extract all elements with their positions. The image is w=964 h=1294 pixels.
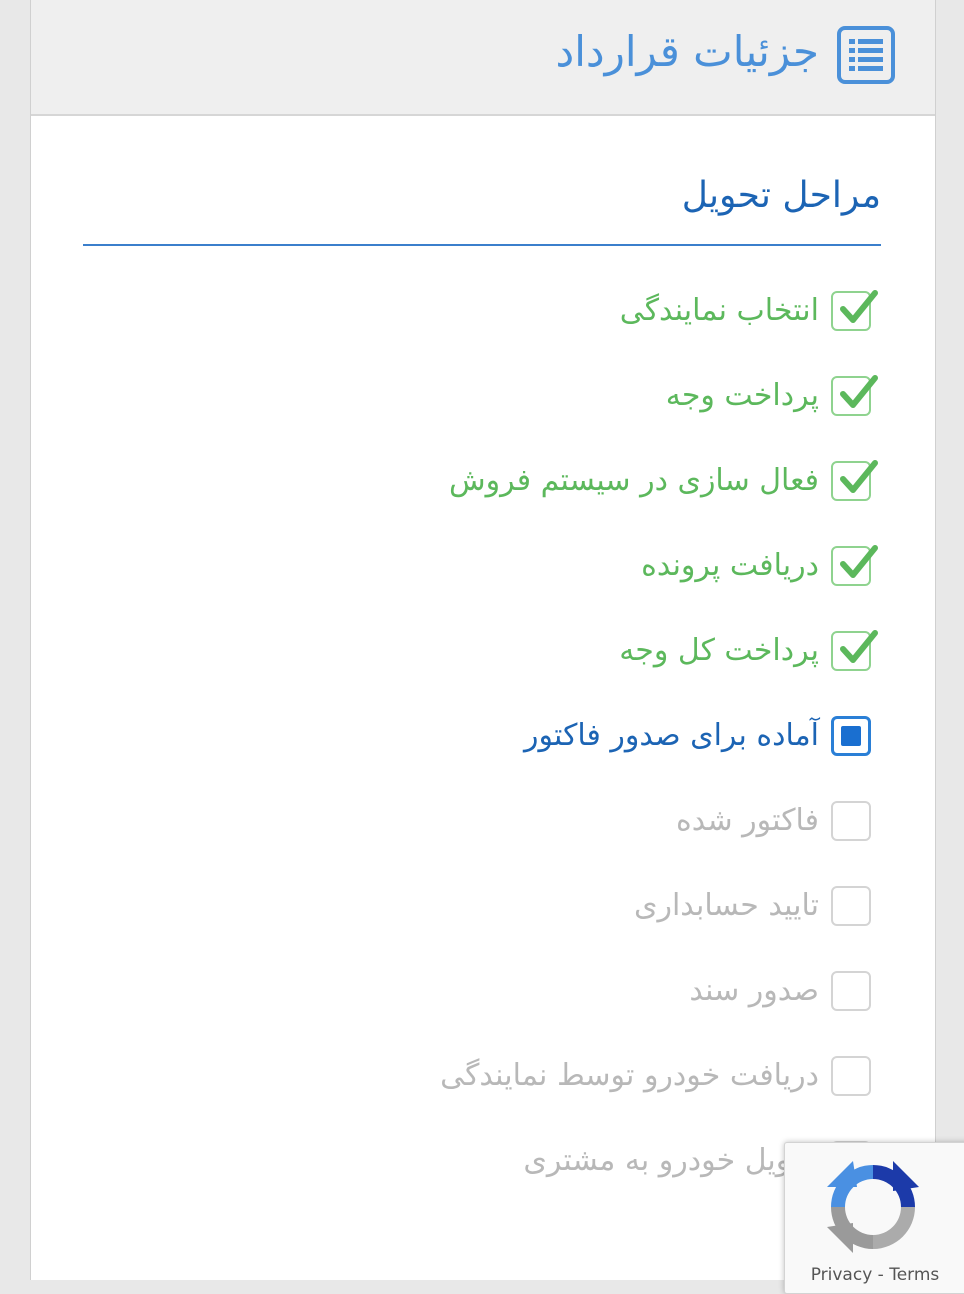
step-label: فعال سازی در سیستم فروش <box>449 463 819 498</box>
step-label: پرداخت وجه <box>665 378 819 413</box>
checkmark-icon <box>840 375 878 408</box>
checkmark-icon <box>840 545 878 578</box>
step-checkbox[interactable] <box>831 886 871 926</box>
list-icon <box>837 26 895 84</box>
step-invoiced[interactable]: فاکتور شده <box>31 793 935 853</box>
step-activate-sales-system[interactable]: فعال سازی در سیستم فروش <box>31 453 935 513</box>
page-title: جزئیات قرارداد <box>555 27 819 76</box>
recaptcha-badge[interactable]: Privacy - Terms <box>784 1142 964 1294</box>
step-checkbox[interactable] <box>831 971 871 1011</box>
current-step-indicator <box>841 726 861 746</box>
checkmark-icon <box>840 460 878 493</box>
step-payment[interactable]: پرداخت وجه <box>31 368 935 428</box>
step-full-payment[interactable]: پرداخت کل وجه <box>31 623 935 683</box>
step-checkbox[interactable] <box>831 290 878 331</box>
step-label: تحویل خودرو به مشتری <box>523 1143 819 1178</box>
step-checkbox[interactable] <box>831 460 878 501</box>
step-label: فاکتور شده <box>676 803 819 838</box>
recaptcha-links: Privacy - Terms <box>785 1261 964 1289</box>
step-car-received-by-agency[interactable]: دریافت خودرو توسط نمایندگی <box>31 1048 935 1108</box>
privacy-link[interactable]: Privacy <box>811 1265 873 1285</box>
contract-details-panel: جزئیات قرارداد مراحل تحویل انتخاب نمایند… <box>30 0 936 1280</box>
step-issue-document[interactable]: صدور سند <box>31 963 935 1023</box>
panel-header: جزئیات قرارداد <box>31 0 935 116</box>
step-label: انتخاب نمایندگی <box>619 293 819 328</box>
step-checkbox[interactable] <box>831 630 878 671</box>
step-checkbox[interactable] <box>831 716 871 756</box>
step-accounting-approval[interactable]: تایید حسابداری <box>31 878 935 938</box>
terms-link[interactable]: Terms <box>889 1265 939 1285</box>
step-checkbox[interactable] <box>831 1056 871 1096</box>
recaptcha-logo-icon <box>827 1161 919 1253</box>
section-divider <box>83 244 881 246</box>
step-label: دریافت خودرو توسط نمایندگی <box>440 1058 819 1093</box>
section-title: مراحل تحویل <box>681 175 881 216</box>
step-label: صدور سند <box>689 973 819 1008</box>
step-select-agency[interactable]: انتخاب نمایندگی <box>31 283 935 343</box>
link-separator: - <box>877 1265 884 1285</box>
step-label: دریافت پرونده <box>641 548 819 583</box>
step-receive-file[interactable]: دریافت پرونده <box>31 538 935 598</box>
step-checkbox[interactable] <box>831 375 878 416</box>
step-label: پرداخت کل وجه <box>619 633 819 668</box>
step-label: آماده برای صدور فاکتور <box>524 718 819 753</box>
step-ready-for-invoice[interactable]: آماده برای صدور فاکتور <box>31 708 935 768</box>
checkmark-icon <box>840 290 878 323</box>
step-label: تایید حسابداری <box>633 888 819 923</box>
step-checkbox[interactable] <box>831 801 871 841</box>
checkmark-icon <box>840 630 878 663</box>
step-checkbox[interactable] <box>831 545 878 586</box>
